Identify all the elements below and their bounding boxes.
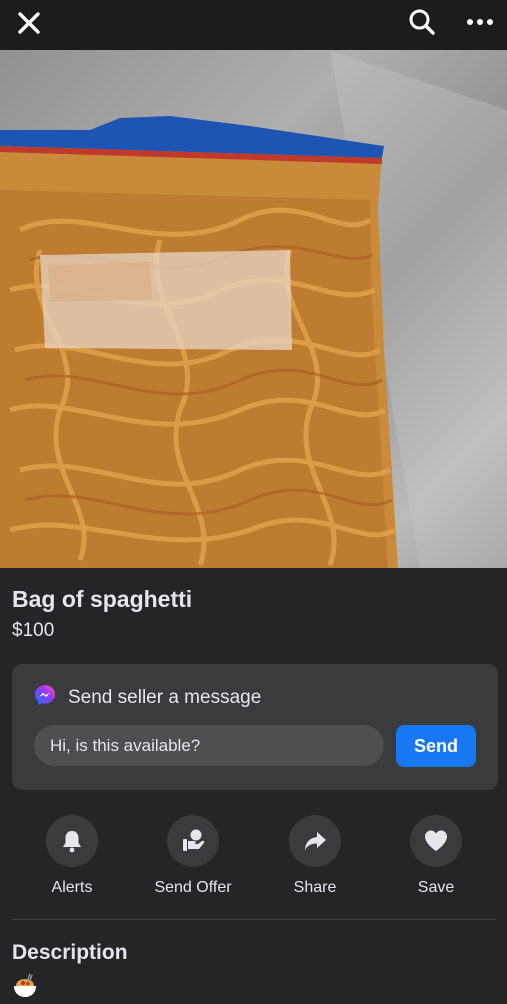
alerts-button[interactable]: Alerts (17, 815, 127, 897)
bell-icon (46, 815, 98, 867)
offer-icon (167, 815, 219, 867)
message-header: Send seller a message (34, 684, 261, 711)
heart-icon (410, 815, 462, 867)
listing-title: Bag of spaghetti (12, 586, 193, 612)
send-offer-label: Send Offer (154, 879, 232, 896)
spaghetti-bag-image (0, 50, 507, 568)
search-icon[interactable] (404, 4, 440, 40)
divider (12, 919, 496, 920)
share-icon (289, 815, 341, 867)
spaghetti-emoji-icon (12, 973, 38, 999)
save-label: Save (417, 879, 455, 896)
send-button[interactable]: Send (396, 725, 476, 767)
message-input[interactable]: Hi, is this available? (34, 725, 384, 766)
listing-price: $100 (12, 620, 55, 641)
close-icon[interactable] (12, 6, 46, 40)
send-offer-button[interactable]: Send Offer (138, 815, 248, 897)
action-bar: Alerts Send Offer Share Save (0, 815, 507, 905)
top-bar (0, 0, 507, 50)
more-options-icon[interactable] (462, 4, 498, 40)
message-heading: Send seller a message (68, 686, 262, 708)
description-heading: Description (12, 941, 128, 964)
share-label: Share (293, 879, 337, 896)
save-button[interactable]: Save (381, 815, 491, 897)
alerts-label: Alerts (51, 879, 93, 896)
messenger-icon (34, 684, 56, 711)
share-button[interactable]: Share (260, 815, 370, 897)
listing-photo[interactable] (0, 50, 507, 568)
message-seller-card: Send seller a message Hi, is this availa… (12, 664, 498, 790)
